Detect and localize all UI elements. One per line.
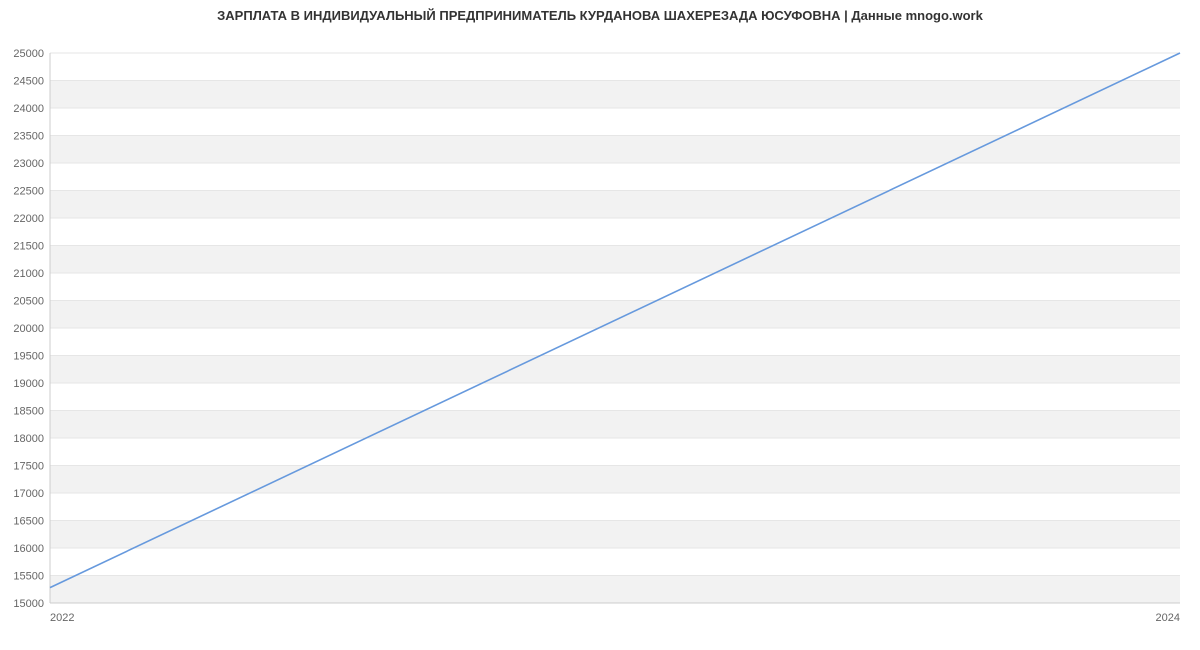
svg-text:19000: 19000 bbox=[13, 378, 44, 390]
chart-title: ЗАРПЛАТА В ИНДИВИДУАЛЬНЫЙ ПРЕДПРИНИМАТЕЛ… bbox=[0, 0, 1200, 23]
svg-text:18500: 18500 bbox=[13, 406, 44, 418]
svg-text:20000: 20000 bbox=[13, 323, 44, 335]
svg-text:21000: 21000 bbox=[13, 268, 44, 280]
line-chart: 15000 15500 16000 16500 17000 17500 18000 18500… bbox=[0, 23, 1200, 643]
svg-text:15000: 15000 bbox=[13, 598, 44, 610]
svg-text:17000: 17000 bbox=[13, 488, 44, 500]
svg-text:16500: 16500 bbox=[13, 516, 44, 528]
svg-text:2024: 2024 bbox=[1156, 612, 1180, 624]
svg-text:19500: 19500 bbox=[13, 351, 44, 363]
svg-text:15500: 15500 bbox=[13, 571, 44, 583]
svg-text:23000: 23000 bbox=[13, 158, 44, 170]
svg-text:22000: 22000 bbox=[13, 213, 44, 225]
svg-text:25000: 25000 bbox=[13, 48, 44, 60]
svg-text:2022: 2022 bbox=[50, 612, 74, 624]
svg-text:24500: 24500 bbox=[13, 76, 44, 88]
svg-text:18000: 18000 bbox=[13, 433, 44, 445]
svg-text:16000: 16000 bbox=[13, 543, 44, 555]
svg-text:20500: 20500 bbox=[13, 296, 44, 308]
svg-text:17500: 17500 bbox=[13, 461, 44, 473]
svg-text:22500: 22500 bbox=[13, 186, 44, 198]
svg-text:23500: 23500 bbox=[13, 131, 44, 143]
svg-text:24000: 24000 bbox=[13, 103, 44, 115]
chart-container: ЗАРПЛАТА В ИНДИВИДУАЛЬНЫЙ ПРЕДПРИНИМАТЕЛ… bbox=[0, 0, 1200, 650]
svg-text:21500: 21500 bbox=[13, 241, 44, 253]
